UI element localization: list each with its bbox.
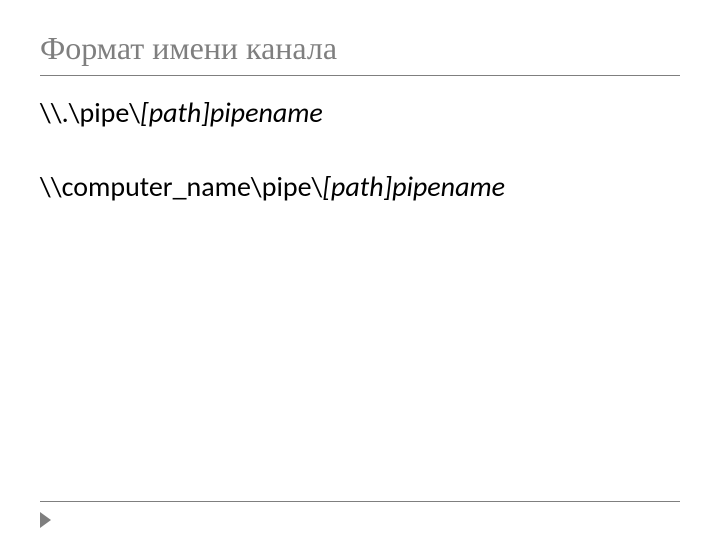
spacer bbox=[40, 132, 680, 168]
format-line-2: \\computer_name\pipe\[path]pipename bbox=[40, 168, 680, 206]
bottom-rule bbox=[40, 501, 680, 502]
slide-content: \\.\pipe\[path]pipename \\computer_name\… bbox=[40, 94, 680, 206]
title-underline bbox=[40, 75, 680, 76]
slide-title: Формат имени канала bbox=[40, 30, 680, 67]
slide: Формат имени канала \\.\pipe\[path]pipen… bbox=[0, 0, 720, 540]
line2-plain: \\computer_name\pipe\ bbox=[40, 169, 322, 204]
line2-italic: [path]pipename bbox=[322, 169, 505, 204]
line1-italic: [path]pipename bbox=[140, 95, 323, 130]
chevron-right-icon bbox=[40, 512, 56, 528]
line1-plain: \\.\pipe\ bbox=[40, 95, 140, 130]
format-line-1: \\.\pipe\[path]pipename bbox=[40, 94, 680, 132]
